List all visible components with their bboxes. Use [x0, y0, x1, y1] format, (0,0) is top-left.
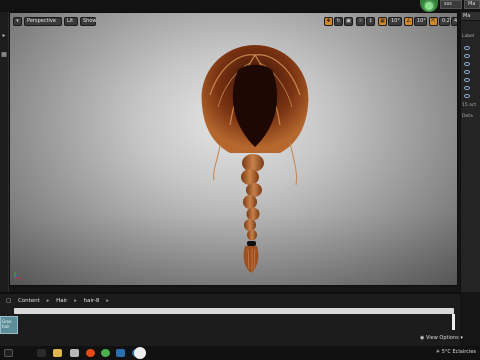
- task-view-icon[interactable]: [37, 349, 46, 357]
- world-space-icon[interactable]: ☉: [356, 17, 365, 26]
- outliner-label-column: Label: [462, 34, 475, 39]
- breadcrumb-hair[interactable]: Hair: [56, 298, 67, 304]
- hair-tie: [247, 241, 256, 246]
- rotation-snap-value[interactable]: 10°: [414, 17, 427, 26]
- title-bar: sss Ma: [0, 0, 480, 12]
- content-browser: ▢ Content ▸ Hair ▸ hair-8 ▸ Groo hair ◉ …: [0, 292, 463, 346]
- breadcrumb-content[interactable]: Content: [18, 298, 40, 304]
- show-button[interactable]: Show: [80, 17, 97, 26]
- rotate-tool-icon[interactable]: ↻: [334, 17, 343, 26]
- world-outliner-panel: Ma Label 15 act Deta: [460, 12, 480, 292]
- file-explorer-icon[interactable]: [53, 349, 62, 357]
- view-options-label: View Options: [425, 335, 459, 341]
- perspective-button[interactable]: Perspective: [24, 17, 62, 26]
- asset-scrollbar[interactable]: [452, 314, 455, 330]
- show-label: Show: [83, 18, 97, 24]
- eye-icon: ◉: [420, 335, 425, 341]
- weather-text: 5°C Eclaircies: [441, 349, 476, 355]
- axis-gizmo: [13, 270, 23, 282]
- visibility-eye-icon[interactable]: [464, 62, 470, 66]
- lit-button[interactable]: Lit: [64, 17, 78, 26]
- tab-level[interactable]: sss: [440, 0, 462, 9]
- store-icon[interactable]: [116, 349, 125, 357]
- unreal-editor-window: sss Ma ▸ ▦ ▾ Perspective Lit Show ✥ ↻ ▣ …: [0, 0, 480, 360]
- chevron-down-icon: ▾: [460, 335, 463, 341]
- grid-snap-icon[interactable]: ▦: [378, 17, 387, 26]
- asset-thumbnail-groom[interactable]: Groo hair: [0, 316, 18, 334]
- visibility-eye-icon[interactable]: [464, 78, 470, 82]
- app-icon[interactable]: [70, 349, 79, 357]
- surface-snap-icon[interactable]: ↕: [366, 17, 375, 26]
- hair-braid: [241, 154, 264, 273]
- rotation-snap-label: 10°: [417, 18, 426, 24]
- record-indicator-icon[interactable]: [420, 0, 438, 12]
- folder-icon[interactable]: ▢: [6, 298, 11, 304]
- weather-icon: ☀: [435, 349, 441, 355]
- details-tab[interactable]: Deta: [462, 114, 473, 119]
- chrome-icon[interactable]: [101, 349, 110, 357]
- left-dock: ▸ ▦: [0, 12, 9, 292]
- viewport-menu-button[interactable]: ▾: [13, 17, 22, 26]
- actor-count: 15 act: [462, 103, 477, 108]
- scale-snap-icon[interactable]: ⇱: [429, 17, 438, 26]
- grid-snap-label: 10°: [391, 18, 400, 24]
- visibility-eye-icon[interactable]: [464, 86, 470, 90]
- start-icon[interactable]: [4, 349, 13, 357]
- level-viewport[interactable]: ▾ Perspective Lit Show ✥ ↻ ▣ ☉ ↕ ▦ 10° ∠…: [9, 12, 458, 286]
- tab-material[interactable]: Ma: [464, 0, 480, 9]
- scale-snap-value[interactable]: 0.25: [439, 17, 453, 26]
- breadcrumb-separator-icon: ▸: [74, 298, 77, 304]
- perspective-label: Perspective: [27, 18, 56, 24]
- asset-label: Groo hair: [2, 319, 12, 329]
- unreal-engine-icon[interactable]: [134, 347, 146, 359]
- visibility-eye-icon[interactable]: [464, 54, 470, 58]
- visibility-eye-icon[interactable]: [464, 70, 470, 74]
- breadcrumb-separator-icon: ▸: [106, 298, 109, 304]
- system-tray[interactable]: ☀ 5°C Eclaircies: [436, 349, 476, 355]
- outliner-header[interactable]: Ma: [461, 12, 480, 21]
- breadcrumb-separator-icon: ▸: [46, 298, 50, 304]
- opera-icon[interactable]: [86, 349, 95, 357]
- panel-toggle-icon[interactable]: ▦: [1, 51, 8, 58]
- view-options-button[interactable]: ◉ View Options ▾: [420, 335, 463, 341]
- lit-label: Lit: [67, 18, 74, 24]
- asset-search-input[interactable]: [14, 308, 454, 314]
- collapse-arrow-icon[interactable]: ▸: [1, 32, 8, 39]
- rotation-snap-icon[interactable]: ∠: [404, 17, 413, 26]
- camera-speed-button[interactable]: 4: [451, 17, 458, 26]
- hair-groom-render[interactable]: [190, 35, 320, 280]
- breadcrumb-hair-8[interactable]: hair-8: [84, 298, 100, 304]
- translate-tool-icon[interactable]: ✥: [324, 17, 333, 26]
- visibility-eye-icon[interactable]: [464, 46, 470, 50]
- windows-taskbar: ☀ 5°C Eclaircies: [0, 346, 480, 360]
- scale-tool-icon[interactable]: ▣: [344, 17, 353, 26]
- breadcrumb: ▢ Content ▸ Hair ▸ hair-8 ▸: [6, 296, 114, 306]
- grid-snap-value[interactable]: 10°: [388, 17, 402, 26]
- camera-speed-label: 4: [454, 18, 458, 24]
- visibility-eye-icon[interactable]: [464, 94, 470, 98]
